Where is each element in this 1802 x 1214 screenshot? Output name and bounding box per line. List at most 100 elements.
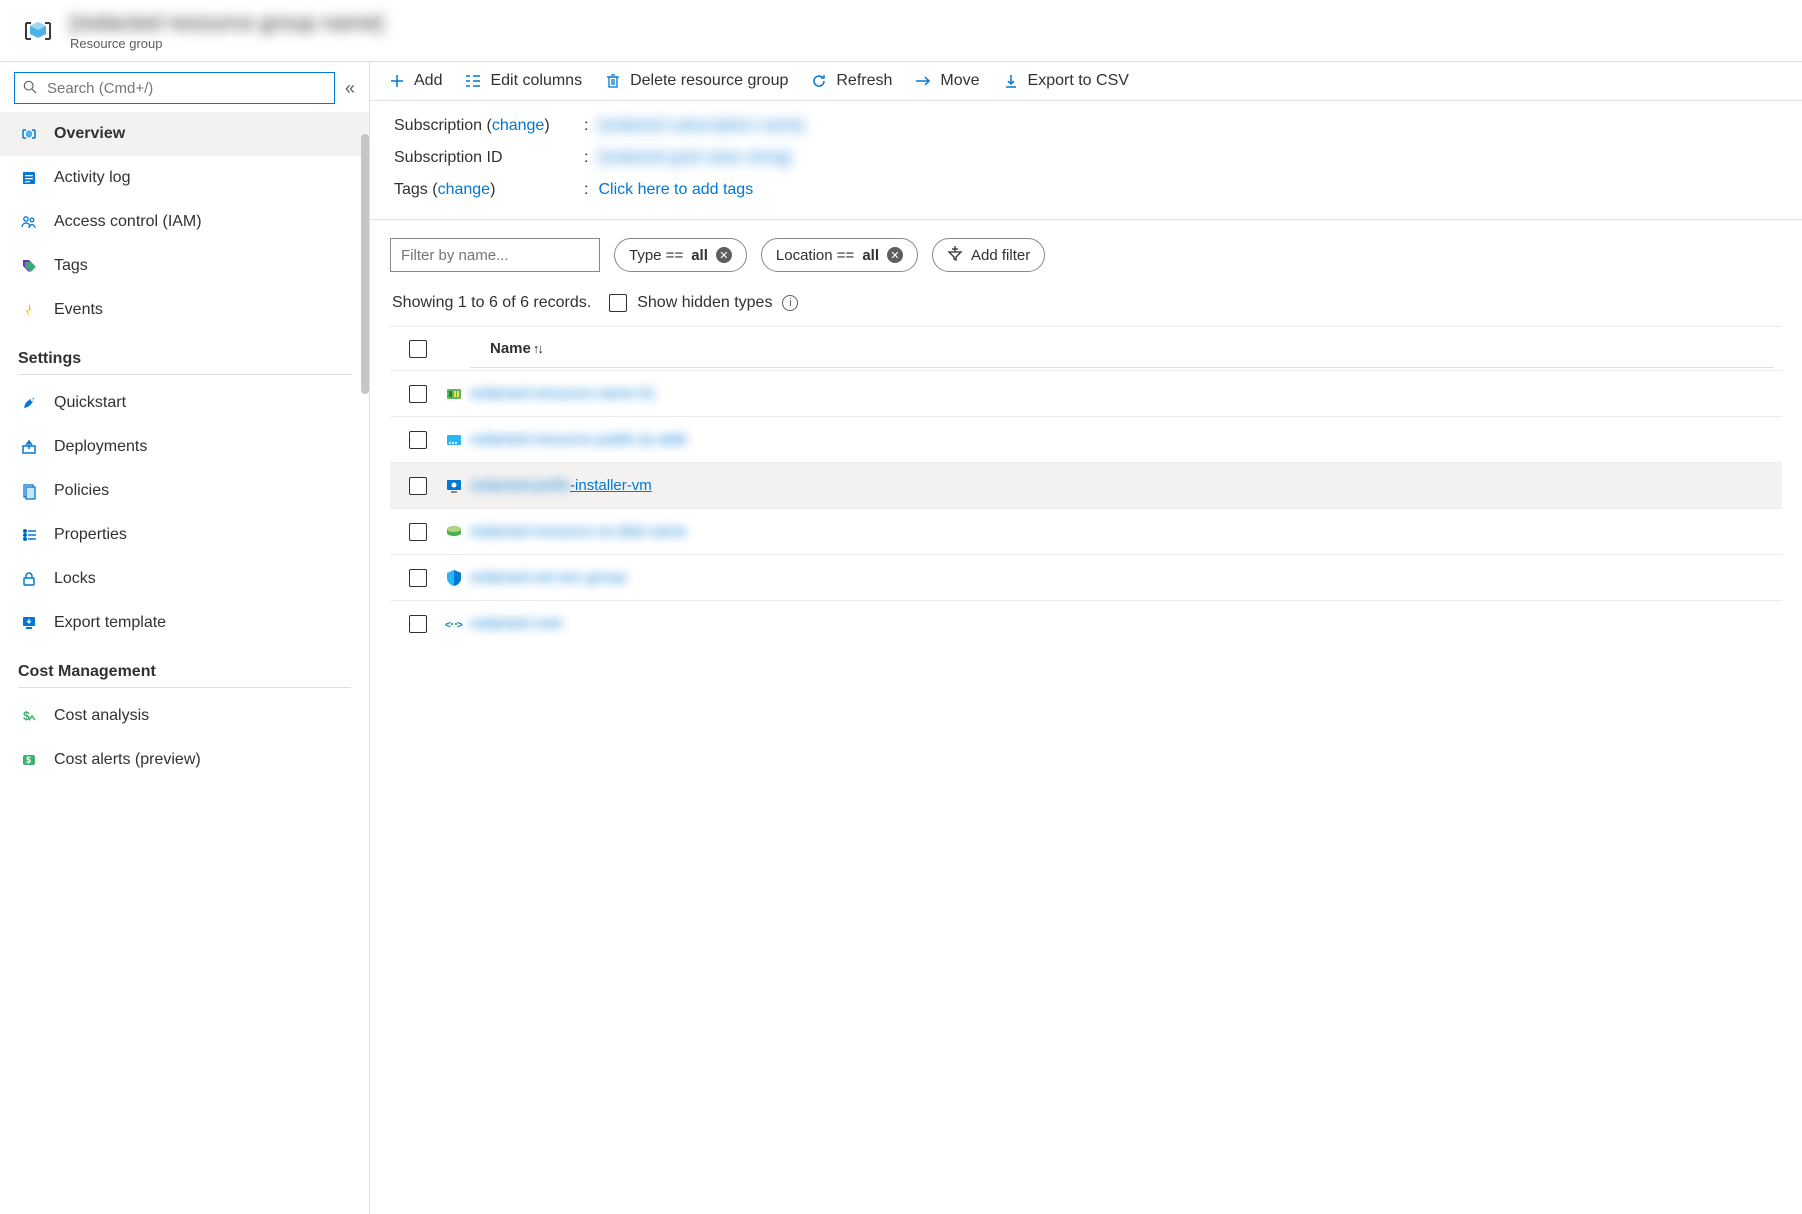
sidebar-section-settings: Settings bbox=[18, 332, 351, 375]
iam-icon bbox=[18, 211, 40, 233]
refresh-icon bbox=[810, 72, 828, 90]
resource-link[interactable]: redacted-resource-name-01 bbox=[470, 385, 656, 402]
row-checkbox[interactable] bbox=[409, 431, 427, 449]
search-icon bbox=[23, 80, 39, 96]
table-row[interactable]: redacted-net-sec-group bbox=[390, 554, 1782, 600]
resource-type-icon bbox=[438, 522, 470, 542]
filter-by-name-input[interactable] bbox=[390, 238, 600, 272]
sidebar-scrollbar[interactable] bbox=[361, 134, 369, 394]
toolbar-edit-columns-label: Edit columns bbox=[490, 72, 582, 90]
sidebar-item-cost-alerts[interactable]: $ Cost alerts (preview) bbox=[0, 738, 369, 782]
subscription-change-link[interactable]: change bbox=[492, 117, 545, 134]
sidebar-item-label: Activity log bbox=[54, 169, 130, 187]
resource-link[interactable]: redacted-net-sec-group bbox=[470, 569, 626, 586]
sidebar-item-label: Locks bbox=[54, 570, 96, 588]
sidebar-item-deployments[interactable]: Deployments bbox=[0, 425, 369, 469]
tags-change-link[interactable]: change bbox=[438, 181, 491, 198]
toolbar-edit-columns[interactable]: Edit columns bbox=[464, 72, 582, 90]
sidebar-item-label: Cost analysis bbox=[54, 707, 149, 725]
subscription-id-label: Subscription ID bbox=[394, 149, 584, 167]
deployments-icon bbox=[18, 436, 40, 458]
sidebar-item-locks[interactable]: Locks bbox=[0, 557, 369, 601]
subscription-value[interactable]: [redacted subscription name] bbox=[598, 117, 803, 135]
collapse-sidebar-icon[interactable]: « bbox=[345, 78, 355, 99]
properties-icon bbox=[18, 524, 40, 546]
toolbar-add[interactable]: Add bbox=[388, 72, 442, 90]
tags-icon bbox=[18, 255, 40, 277]
sidebar-item-label: Properties bbox=[54, 526, 127, 544]
table-row[interactable]: redacted-prefix-installer-vm bbox=[390, 462, 1782, 508]
sidebar-item-export-template[interactable]: Export template bbox=[0, 601, 369, 645]
toolbar: Add Edit columns Delete resource group R… bbox=[370, 62, 1802, 101]
svg-text:>: > bbox=[457, 620, 463, 631]
row-checkbox[interactable] bbox=[409, 477, 427, 495]
sidebar-item-activity-log[interactable]: Activity log bbox=[0, 156, 369, 200]
page-title: [redacted resource group name] bbox=[70, 10, 383, 36]
sidebar-search[interactable] bbox=[14, 72, 335, 104]
table-row[interactable]: redacted-resource-name-01 bbox=[390, 370, 1782, 416]
sidebar-item-tags[interactable]: Tags bbox=[0, 244, 369, 288]
toolbar-export-csv-label: Export to CSV bbox=[1028, 72, 1129, 90]
info-icon[interactable]: i bbox=[782, 295, 798, 311]
sidebar-item-label: Policies bbox=[54, 482, 109, 500]
resource-type-icon bbox=[438, 568, 470, 588]
add-filter-button[interactable]: Add filter bbox=[932, 238, 1045, 272]
activity-log-icon bbox=[18, 167, 40, 189]
events-icon bbox=[18, 299, 40, 321]
toolbar-delete[interactable]: Delete resource group bbox=[604, 72, 788, 90]
show-hidden-label: Show hidden types bbox=[637, 294, 772, 312]
clear-location-filter-icon[interactable]: ✕ bbox=[887, 247, 903, 263]
sidebar-item-label: Events bbox=[54, 301, 103, 319]
row-checkbox[interactable] bbox=[409, 385, 427, 403]
svg-text:$: $ bbox=[26, 755, 31, 765]
toolbar-add-label: Add bbox=[414, 72, 442, 90]
toolbar-refresh[interactable]: Refresh bbox=[810, 72, 892, 90]
table-row[interactable]: redacted-resource-os-disk-name bbox=[390, 508, 1782, 554]
show-hidden-checkbox[interactable] bbox=[609, 294, 627, 312]
sidebar-search-input[interactable] bbox=[47, 80, 326, 97]
table-header-row: Name ↑↓ bbox=[390, 326, 1782, 370]
export-template-icon bbox=[18, 612, 40, 634]
sidebar-item-policies[interactable]: Policies bbox=[0, 469, 369, 513]
column-header-name[interactable]: Name ↑↓ bbox=[470, 330, 1774, 368]
resource-header: [redacted resource group name] Resource … bbox=[0, 0, 1802, 62]
download-icon bbox=[1002, 72, 1020, 90]
sidebar-item-label: Deployments bbox=[54, 438, 147, 456]
resource-link[interactable]: redacted-resource-public-ip-addr bbox=[470, 431, 688, 448]
records-count: Showing 1 to 6 of 6 records. bbox=[392, 294, 591, 312]
sidebar-item-label: Tags bbox=[54, 257, 88, 275]
sidebar-item-iam[interactable]: Access control (IAM) bbox=[0, 200, 369, 244]
select-all-checkbox[interactable] bbox=[409, 340, 427, 358]
sidebar: « Overview Activity log Access control (… bbox=[0, 62, 370, 1214]
resource-group-icon bbox=[20, 13, 56, 49]
table-row[interactable]: redacted-resource-public-ip-addr bbox=[390, 416, 1782, 462]
toolbar-export-csv[interactable]: Export to CSV bbox=[1002, 72, 1129, 90]
columns-icon bbox=[464, 72, 482, 90]
sidebar-item-events[interactable]: Events bbox=[0, 288, 369, 332]
trash-icon bbox=[604, 72, 622, 90]
row-checkbox[interactable] bbox=[409, 615, 427, 633]
resource-link[interactable]: redacted-vnet bbox=[470, 615, 562, 632]
sidebar-item-quickstart[interactable]: Quickstart bbox=[0, 381, 369, 425]
toolbar-move[interactable]: Move bbox=[914, 72, 979, 90]
clear-type-filter-icon[interactable]: ✕ bbox=[716, 247, 732, 263]
sidebar-item-label: Export template bbox=[54, 614, 166, 632]
sidebar-item-cost-analysis[interactable]: $ Cost analysis bbox=[0, 694, 369, 738]
filter-pill-location[interactable]: Location == all ✕ bbox=[761, 238, 918, 272]
tags-add-link[interactable]: Click here to add tags bbox=[598, 181, 753, 199]
row-checkbox[interactable] bbox=[409, 523, 427, 541]
cost-analysis-icon: $ bbox=[18, 705, 40, 727]
sort-indicator-icon: ↑↓ bbox=[533, 341, 542, 356]
resources-table: Name ↑↓ redacted-resource-name-01 redacte… bbox=[390, 326, 1782, 646]
resource-link[interactable]: redacted-prefix-installer-vm bbox=[470, 477, 652, 494]
sidebar-item-overview[interactable]: Overview bbox=[0, 112, 369, 156]
filter-pill-type[interactable]: Type == all ✕ bbox=[614, 238, 747, 272]
resource-type-icon bbox=[438, 430, 470, 450]
resource-link[interactable]: redacted-resource-os-disk-name bbox=[470, 523, 687, 540]
sidebar-item-properties[interactable]: Properties bbox=[0, 513, 369, 557]
table-row[interactable]: <>redacted-vnet bbox=[390, 600, 1782, 646]
resource-type-icon bbox=[438, 384, 470, 404]
sidebar-item-label: Access control (IAM) bbox=[54, 213, 202, 231]
row-checkbox[interactable] bbox=[409, 569, 427, 587]
sidebar-section-cost: Cost Management bbox=[18, 645, 351, 688]
